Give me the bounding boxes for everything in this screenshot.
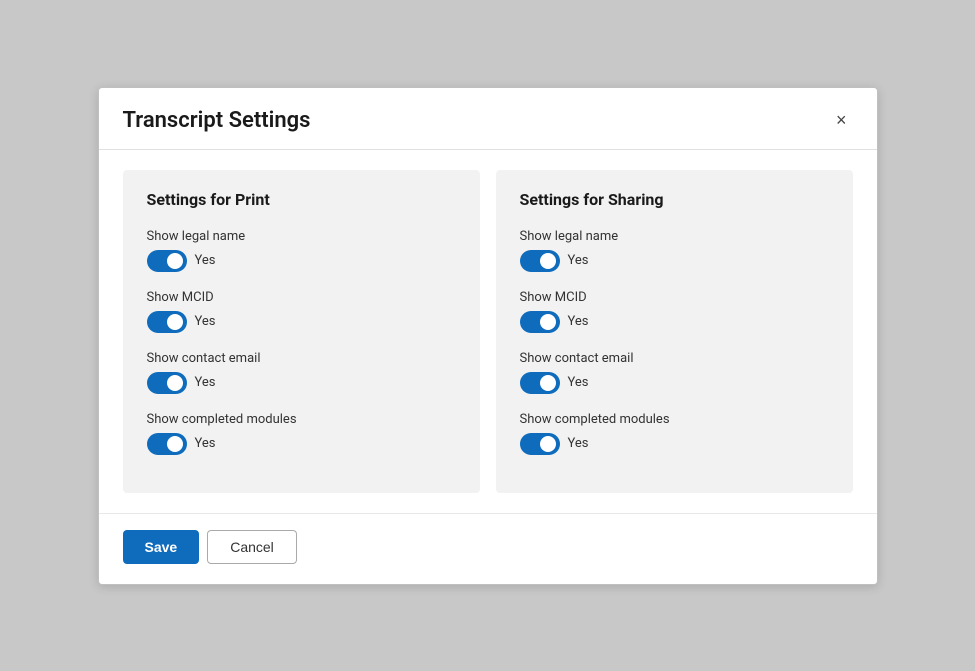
dialog-header: Transcript Settings × — [99, 88, 877, 150]
print-setting-label-2: Show contact email — [147, 351, 456, 366]
sharing-setting-label-0: Show legal name — [520, 229, 829, 244]
sharing-toggle-row-0: Yes — [520, 250, 829, 272]
sharing-setting-row-1: Show MCID Yes — [520, 290, 829, 333]
print-setting-label-3: Show completed modules — [147, 412, 456, 427]
print-toggle-row-3: Yes — [147, 433, 456, 455]
print-setting-row-3: Show completed modules Yes — [147, 412, 456, 455]
print-toggle-yes-2: Yes — [195, 375, 216, 390]
sharing-toggle-row-1: Yes — [520, 311, 829, 333]
sharing-toggle-yes-1: Yes — [568, 314, 589, 329]
dialog-footer: Save Cancel — [99, 513, 877, 584]
transcript-settings-dialog: Transcript Settings × Settings for Print… — [98, 87, 878, 585]
print-panel-title: Settings for Print — [147, 190, 456, 209]
sharing-panel-title: Settings for Sharing — [520, 190, 829, 209]
sharing-setting-row-2: Show contact email Yes — [520, 351, 829, 394]
print-setting-row-1: Show MCID Yes — [147, 290, 456, 333]
save-button[interactable]: Save — [123, 530, 200, 564]
sharing-toggle-thumb-3 — [540, 436, 556, 452]
print-toggle-3[interactable] — [147, 433, 187, 455]
sharing-setting-row-3: Show completed modules Yes — [520, 412, 829, 455]
print-toggle-thumb-1 — [167, 314, 183, 330]
print-toggle-thumb-3 — [167, 436, 183, 452]
print-toggle-2[interactable] — [147, 372, 187, 394]
print-toggle-yes-3: Yes — [195, 436, 216, 451]
dialog-title: Transcript Settings — [123, 108, 311, 133]
print-toggle-row-2: Yes — [147, 372, 456, 394]
print-toggle-thumb-2 — [167, 375, 183, 391]
print-setting-row-0: Show legal name Yes — [147, 229, 456, 272]
sharing-toggle-thumb-2 — [540, 375, 556, 391]
print-toggle-thumb-0 — [167, 253, 183, 269]
sharing-toggle-yes-0: Yes — [568, 253, 589, 268]
sharing-settings-panel: Settings for Sharing Show legal name Yes — [496, 170, 853, 493]
print-toggle-1[interactable] — [147, 311, 187, 333]
sharing-setting-row-0: Show legal name Yes — [520, 229, 829, 272]
sharing-toggle-row-2: Yes — [520, 372, 829, 394]
print-setting-label-0: Show legal name — [147, 229, 456, 244]
print-setting-row-2: Show contact email Yes — [147, 351, 456, 394]
sharing-toggle-yes-3: Yes — [568, 436, 589, 451]
cancel-button[interactable]: Cancel — [207, 530, 297, 564]
sharing-toggle-0[interactable] — [520, 250, 560, 272]
print-settings-panel: Settings for Print Show legal name Yes — [123, 170, 480, 493]
print-toggle-0[interactable] — [147, 250, 187, 272]
sharing-setting-label-2: Show contact email — [520, 351, 829, 366]
sharing-setting-label-3: Show completed modules — [520, 412, 829, 427]
dialog-overlay: Transcript Settings × Settings for Print… — [0, 0, 975, 671]
sharing-toggle-thumb-0 — [540, 253, 556, 269]
print-toggle-yes-0: Yes — [195, 253, 216, 268]
sharing-toggle-2[interactable] — [520, 372, 560, 394]
sharing-setting-label-1: Show MCID — [520, 290, 829, 305]
sharing-toggle-thumb-1 — [540, 314, 556, 330]
dialog-body: Settings for Print Show legal name Yes — [99, 150, 877, 513]
print-setting-label-1: Show MCID — [147, 290, 456, 305]
sharing-toggle-3[interactable] — [520, 433, 560, 455]
close-button[interactable]: × — [830, 109, 853, 131]
sharing-toggle-row-3: Yes — [520, 433, 829, 455]
sharing-toggle-yes-2: Yes — [568, 375, 589, 390]
print-toggle-row-0: Yes — [147, 250, 456, 272]
sharing-toggle-1[interactable] — [520, 311, 560, 333]
print-toggle-yes-1: Yes — [195, 314, 216, 329]
print-toggle-row-1: Yes — [147, 311, 456, 333]
